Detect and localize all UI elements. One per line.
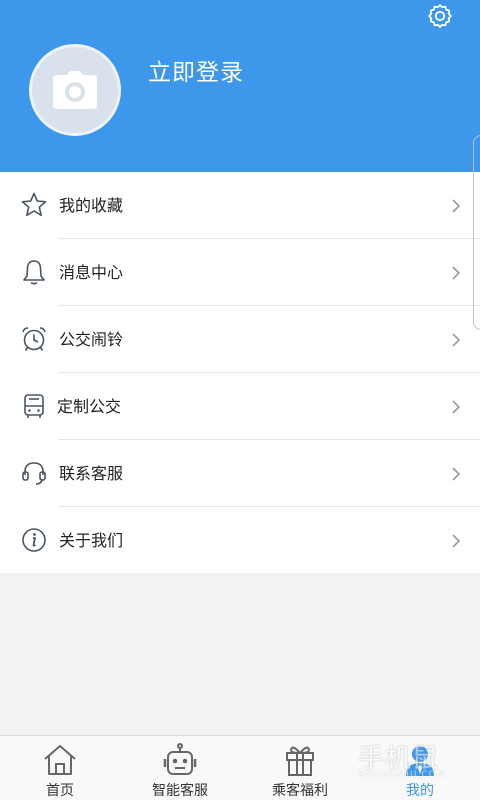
menu-item-custom-bus[interactable]: 定制公交 <box>0 373 480 440</box>
chevron-right-icon <box>452 266 461 280</box>
menu-list: 我的收藏 消息中心 公交闹铃 定制公交 联系客服 关于我们 <box>0 172 480 573</box>
home-icon <box>44 745 76 775</box>
menu-item-label: 消息中心 <box>59 263 124 282</box>
chevron-right-icon <box>452 400 461 414</box>
tab-home[interactable]: 首页 <box>0 736 120 800</box>
bell-icon <box>23 260 45 285</box>
avatar[interactable] <box>29 44 121 136</box>
camera-icon <box>53 71 97 109</box>
menu-item-label: 我的收藏 <box>59 196 124 215</box>
menu-item-about[interactable]: 关于我们 <box>0 507 480 574</box>
chevron-right-icon <box>452 534 461 548</box>
settings-button[interactable] <box>424 0 456 32</box>
gear-icon <box>428 4 452 28</box>
tab-smart-service[interactable]: 智能客服 <box>120 736 240 800</box>
star-icon <box>21 192 47 217</box>
menu-item-favorites[interactable]: 我的收藏 <box>0 172 480 239</box>
alarm-clock-icon <box>22 327 46 351</box>
watermark-subtext: SHOUJISHU.COM <box>358 770 446 780</box>
watermark-logo: 手机鼠 SHOUJISHU.COM <box>332 738 480 788</box>
menu-item-customer-service[interactable]: 联系客服 <box>0 440 480 507</box>
menu-item-label: 公交闹铃 <box>59 330 124 349</box>
bus-icon <box>24 394 44 418</box>
menu-item-label: 关于我们 <box>59 531 124 550</box>
menu-item-label: 定制公交 <box>57 397 122 416</box>
headset-icon <box>22 462 46 485</box>
robot-icon <box>163 743 197 775</box>
menu-item-bus-alarm[interactable]: 公交闹铃 <box>0 306 480 373</box>
info-icon <box>22 528 46 552</box>
chevron-right-icon <box>452 467 461 481</box>
tab-label: 首页 <box>46 783 74 799</box>
chevron-right-icon <box>452 199 461 213</box>
tab-label: 智能客服 <box>152 783 208 799</box>
menu-item-messages[interactable]: 消息中心 <box>0 239 480 306</box>
side-drawer-edge[interactable] <box>473 135 480 330</box>
chevron-right-icon <box>452 333 461 347</box>
login-link[interactable]: 立即登录 <box>148 56 244 90</box>
gift-icon <box>286 746 314 776</box>
menu-item-label: 联系客服 <box>59 464 124 483</box>
profile-header: 立即登录 <box>0 0 480 172</box>
